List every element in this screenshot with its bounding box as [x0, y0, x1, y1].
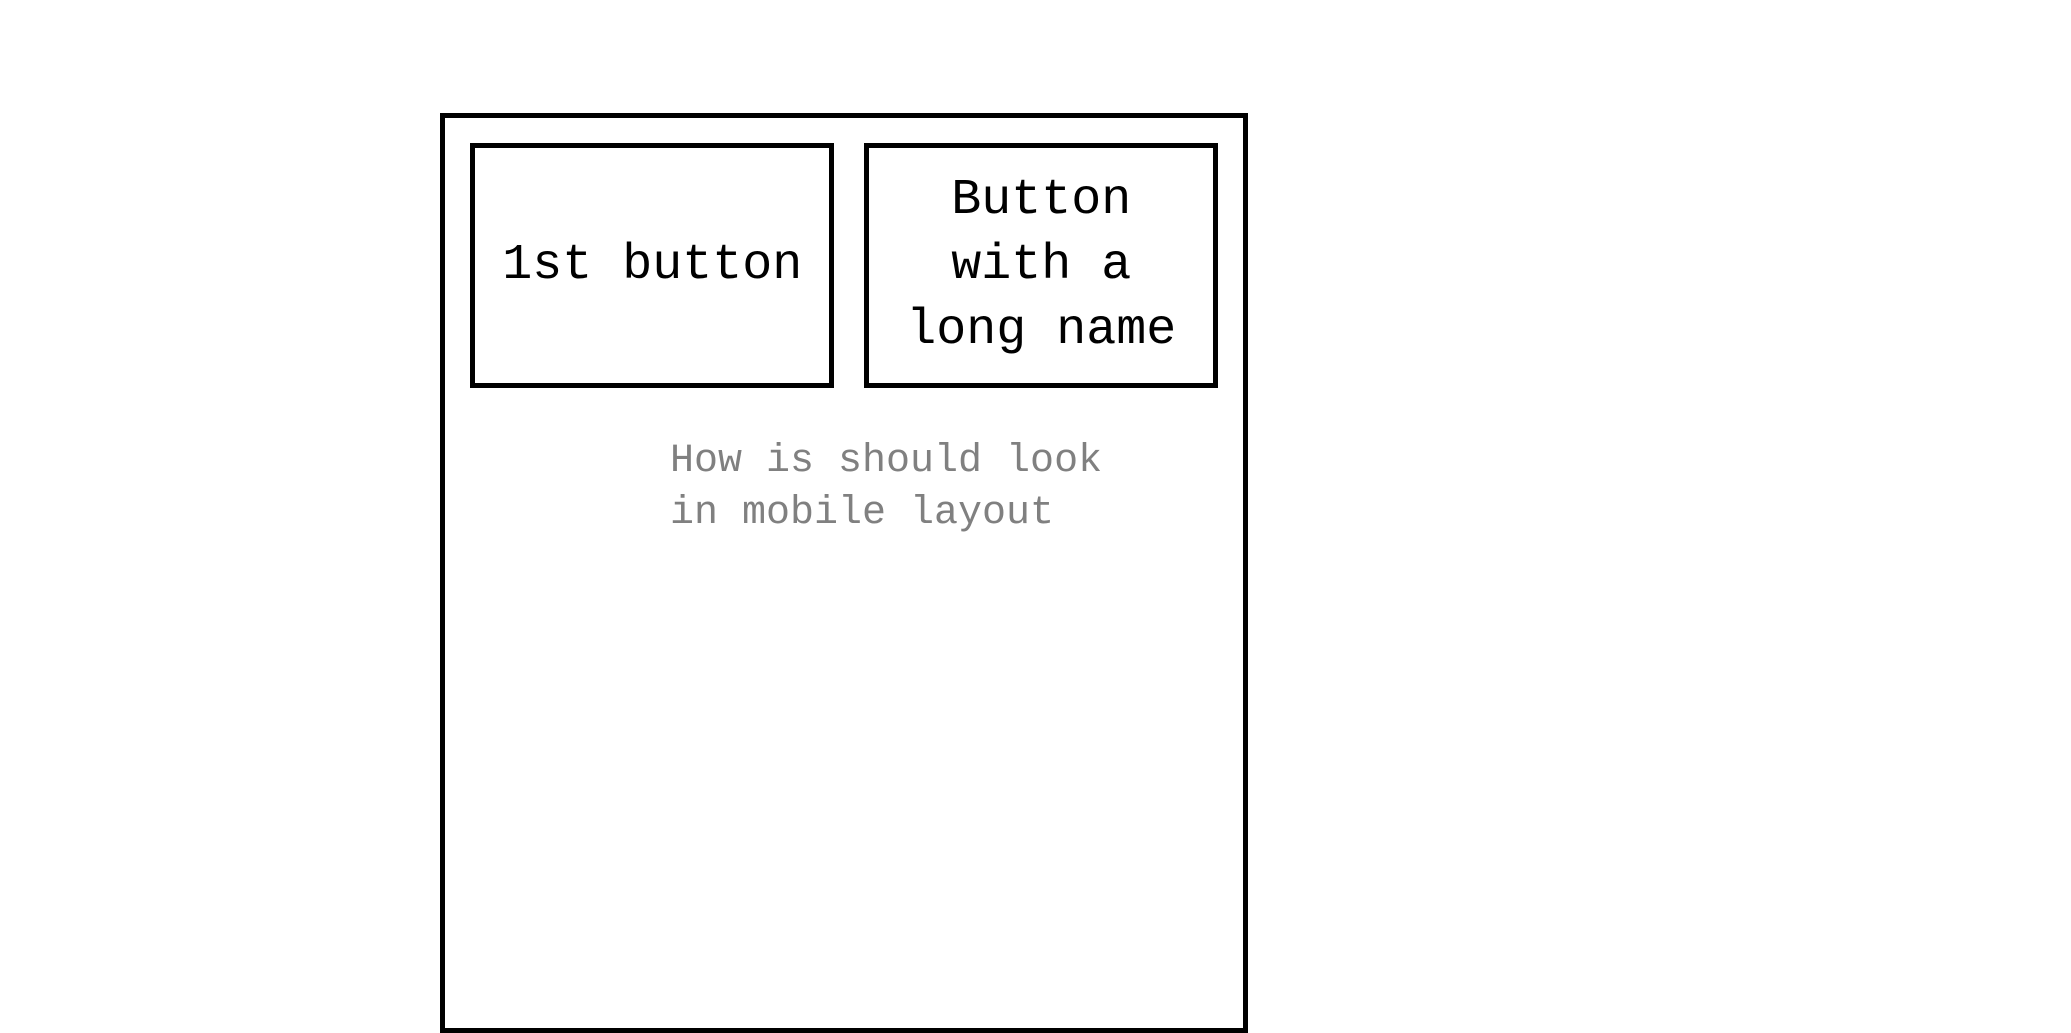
- caption-text: How is should look in mobile layout: [670, 436, 1218, 540]
- mobile-layout-frame: 1st button Button with a long name How i…: [440, 113, 1248, 1033]
- button-row: 1st button Button with a long name: [470, 143, 1218, 388]
- first-button-label: 1st button: [502, 233, 802, 298]
- first-button[interactable]: 1st button: [470, 143, 834, 388]
- second-button[interactable]: Button with a long name: [864, 143, 1218, 388]
- second-button-label: Button with a long name: [879, 168, 1203, 363]
